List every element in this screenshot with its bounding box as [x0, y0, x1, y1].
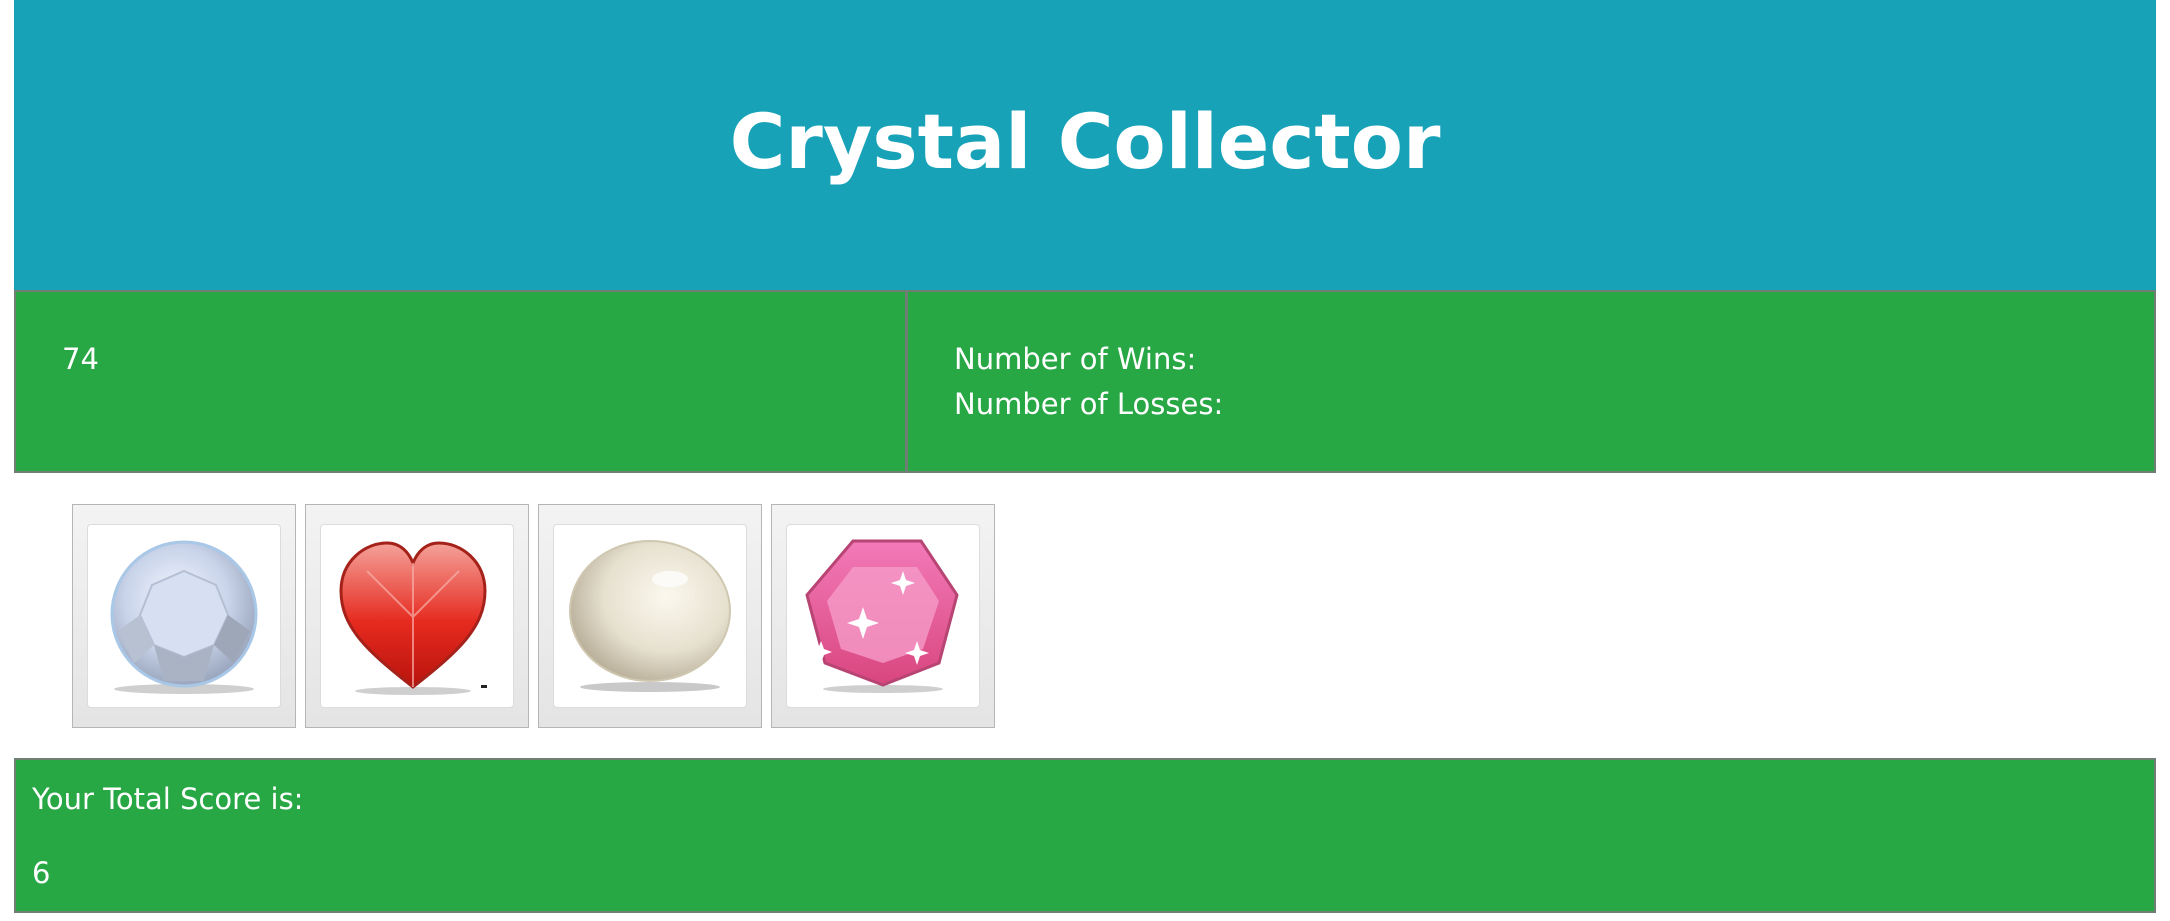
stats-panel: 74 Number of Wins: Number of Losses: — [14, 290, 2156, 473]
wins-label: Number of Wins: — [954, 342, 1197, 376]
score-label: Your Total Score is: — [32, 782, 304, 816]
crystal-button-pink-gem[interactable] — [771, 504, 995, 728]
crystal-button-heart[interactable] — [305, 504, 529, 728]
target-number: 74 — [62, 342, 99, 376]
crystal-button-diamond[interactable] — [72, 504, 296, 728]
crystal-button-pearl[interactable] — [538, 504, 762, 728]
header: Crystal Collector — [14, 0, 2156, 290]
pink-gem-icon — [786, 524, 980, 708]
score-value: 6 — [32, 856, 51, 890]
crystal-row — [72, 504, 995, 728]
record-panel: Number of Wins: Number of Losses: — [908, 292, 2154, 471]
white-diamond-icon — [87, 524, 281, 708]
pearl-icon — [553, 524, 747, 708]
red-heart-gem-icon — [320, 524, 514, 708]
page-title: Crystal Collector — [729, 96, 1441, 186]
score-panel: Your Total Score is: 6 — [14, 758, 2156, 913]
target-panel: 74 — [16, 292, 908, 471]
losses-label: Number of Losses: — [954, 387, 1224, 421]
